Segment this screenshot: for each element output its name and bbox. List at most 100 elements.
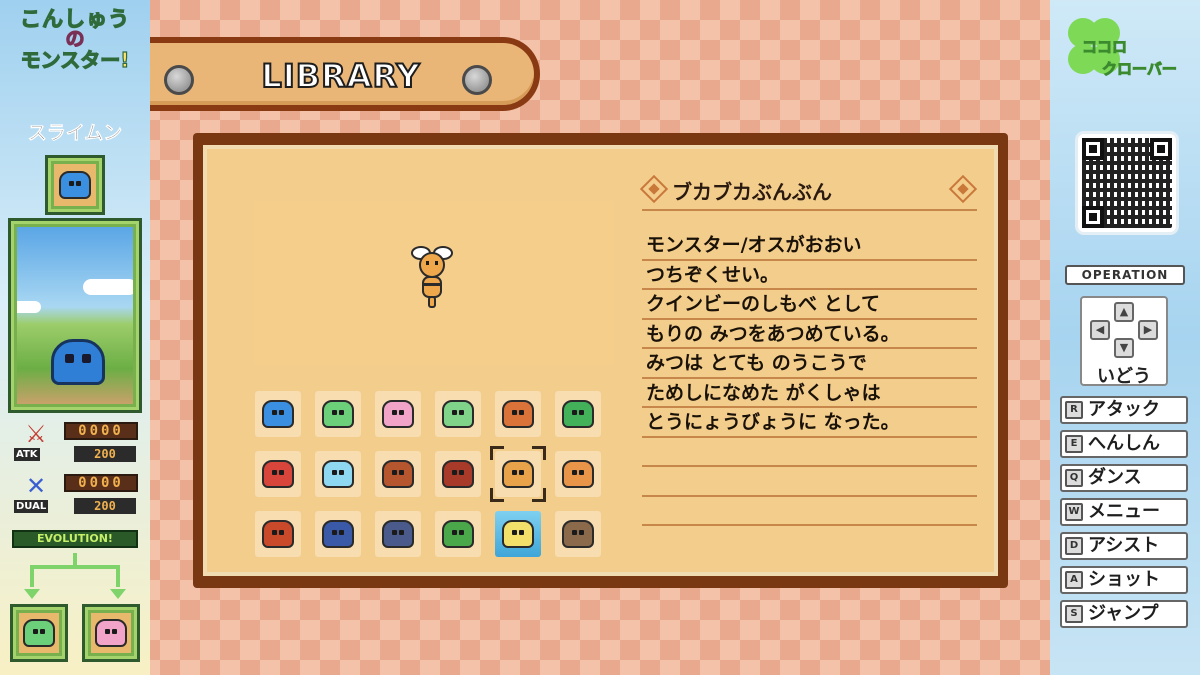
atk-value: 200 [74, 446, 136, 462]
control-label: ダンス [1088, 467, 1142, 488]
control-row: S ジャンプ [1060, 600, 1188, 628]
arrow-left-icon: ◀ [1090, 320, 1110, 340]
evolution-option-1[interactable] [10, 604, 68, 662]
logo-line-1: こんしゅう [19, 7, 130, 31]
library-title: LIBRARY [260, 56, 421, 96]
slime-portrait [51, 339, 105, 385]
cloud-icon [83, 279, 133, 295]
monster-grid-cell[interactable] [495, 391, 541, 437]
atk-label: ATK [14, 448, 40, 461]
monster-grid-cell[interactable] [435, 511, 481, 557]
arrow-down-icon [24, 589, 40, 599]
monster-icon [562, 460, 594, 488]
control-label: へんしん [1088, 433, 1160, 454]
dual-digits: 0000 [64, 474, 138, 492]
arrow-down-icon: ▼ [1114, 338, 1134, 358]
atk-stat: ⚔ ATK 0000 200 [12, 420, 140, 462]
brand-line-1: ココロ [1081, 38, 1128, 57]
monster-icon [382, 400, 414, 428]
monster-icon [262, 520, 294, 548]
control-label: メニュー [1088, 501, 1160, 522]
monster-icon [502, 460, 534, 488]
monster-icon [382, 460, 414, 488]
featured-monster-name: スライムン [27, 122, 123, 145]
qr-finder [1082, 138, 1104, 160]
monster-grid-cell[interactable] [490, 446, 546, 502]
dual-label: DUAL [14, 500, 49, 513]
evolution-banner: EVOLUTION! [12, 530, 138, 548]
monster-grid-cell[interactable] [315, 511, 361, 557]
pink-slime-icon [95, 619, 127, 647]
monster-icon [562, 400, 594, 428]
dpad-controls: ▲ ◀ ▶ ▼ いどう [1080, 296, 1168, 387]
monster-name-header: ブカブカぶんぶん [639, 169, 978, 211]
monster-grid-cell[interactable] [495, 511, 541, 557]
sword-icon: ⚔ [25, 420, 47, 448]
monster-grid-cell[interactable] [255, 451, 301, 497]
monster-grid-cell[interactable] [555, 511, 601, 557]
monster-grid-cell[interactable] [375, 451, 421, 497]
monster-icon [562, 520, 594, 548]
monster-grid-cell[interactable] [435, 451, 481, 497]
left-sidebar: こんしゅう の モンスター! スライムン ⚔ ATK 0000 200 ✕ DU… [0, 0, 150, 675]
monster-grid-cell[interactable] [435, 391, 481, 437]
description-line [642, 438, 977, 467]
key-cap: Q [1065, 469, 1083, 487]
monster-grid-cell[interactable] [375, 391, 421, 437]
brand-line-2: クローバー [1102, 60, 1178, 79]
monster-grid-cell[interactable] [315, 391, 361, 437]
monster-icon [442, 520, 474, 548]
featured-monster-icon [45, 155, 105, 215]
monster-icon [442, 400, 474, 428]
key-cap: R [1065, 401, 1083, 419]
diamond-icon [948, 174, 978, 204]
dual-swords-icon: ✕ [25, 472, 47, 500]
screw-icon [164, 65, 194, 95]
atk-digits: 0000 [64, 422, 138, 440]
control-row: Q ダンス [1060, 464, 1188, 492]
description-line: みつは とても のうこうで [642, 349, 977, 379]
game-logo: こんしゅう の モンスター! [6, 7, 144, 104]
featured-monster-portrait [8, 218, 142, 413]
monster-grid-cell[interactable] [255, 511, 301, 557]
key-cap: S [1065, 605, 1083, 623]
control-row: A ショット [1060, 566, 1188, 594]
cloud-icon [17, 301, 41, 313]
description-line: つちぞくせい。 [642, 261, 977, 290]
brand-logo: ココロ クローバー [1064, 14, 1188, 86]
description-line: クインビーのしもべ として [642, 290, 977, 320]
operation-label: OPERATION [1065, 265, 1185, 285]
qr-code [1078, 134, 1176, 232]
logo-line-3: モンスター! [20, 47, 130, 72]
control-row: D アシスト [1060, 532, 1188, 560]
monster-icon [502, 400, 534, 428]
monster-icon [382, 520, 414, 548]
green-slime-icon [23, 619, 55, 647]
monster-grid-cell[interactable] [555, 391, 601, 437]
right-sidebar: ココロ クローバー OPERATION ▲ ◀ ▶ ▼ いどう R アタック E へん… [1050, 0, 1200, 675]
control-label: アシスト [1088, 535, 1160, 556]
diamond-icon [639, 174, 669, 204]
monster-grid-cell[interactable] [315, 451, 361, 497]
slime-icon [59, 171, 91, 199]
monster-icon [442, 460, 474, 488]
monster-grid-cell[interactable] [255, 391, 301, 437]
monster-description: モンスター/オスがおおい つちぞくせい。 クインビーのしもべ として もりの みつをあ… [642, 231, 977, 526]
control-label: ショット [1088, 569, 1160, 590]
key-cap: A [1065, 571, 1083, 589]
monster-grid-cell[interactable] [555, 451, 601, 497]
qr-finder [1082, 206, 1104, 228]
monster-icon [322, 460, 354, 488]
monster-icon [502, 520, 534, 548]
dual-stat: ✕ DUAL 0000 200 [12, 472, 140, 514]
logo-line-2: の [65, 28, 85, 51]
evolution-option-2[interactable] [82, 604, 140, 662]
description-line [642, 497, 977, 526]
library-panel: ブカブカぶんぶん モンスター/オスがおおい つちぞくせい。 クインビーのしもべ とし… [193, 133, 1008, 588]
dual-value: 200 [74, 498, 136, 514]
monster-grid [255, 391, 607, 561]
qr-finder [1150, 138, 1172, 160]
monster-icon [322, 520, 354, 548]
description-line: もりの みつをあつめている。 [642, 320, 977, 349]
monster-grid-cell[interactable] [375, 511, 421, 557]
